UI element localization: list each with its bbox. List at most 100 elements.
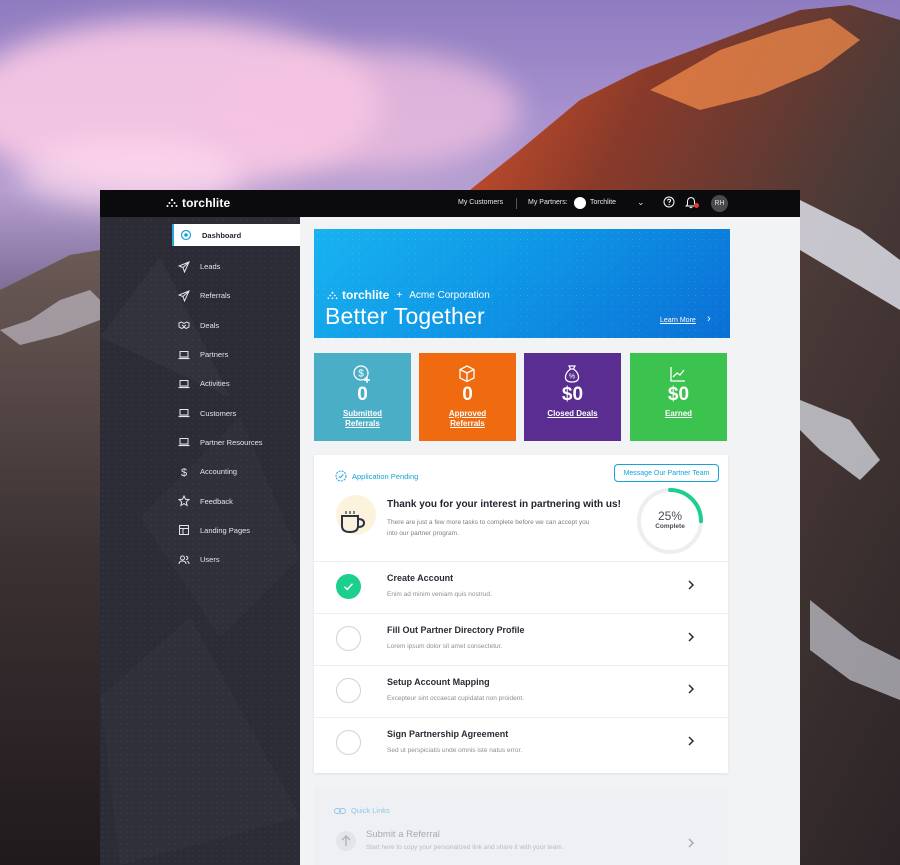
laptop-icon [178, 378, 190, 390]
users-icon [178, 554, 190, 566]
top-bar: torchlite My Customers My Partners: Torc… [100, 190, 800, 217]
stats-row: $ 0 Submitted Referrals 0 Approved Refer… [314, 353, 730, 441]
task-row[interactable]: Fill Out Partner Directory Profile Lorem… [314, 613, 728, 665]
main-content: torchlite + Acme Corporation Better Toge… [300, 217, 800, 865]
chevron-right-icon[interactable] [686, 735, 696, 747]
upload-icon [336, 831, 356, 851]
sidebar-item-label: Deals [200, 320, 220, 330]
progress-ring: 25% Complete [634, 485, 706, 557]
task-row[interactable]: Create Account Enim ad minim veniam quis… [314, 561, 728, 613]
task-row[interactable]: Setup Account Mapping Excepteur sint occ… [314, 665, 728, 717]
task-row[interactable]: Sign Partnership Agreement Sed ut perspi… [314, 717, 728, 769]
help-icon[interactable] [663, 196, 675, 208]
brand-name: torchlite [182, 196, 231, 210]
sidebar-item-users[interactable]: Users [172, 545, 300, 574]
stat-submitted-referrals[interactable]: $ 0 Submitted Referrals [314, 353, 411, 441]
divider [516, 198, 517, 209]
banner-title: Better Together [325, 303, 485, 329]
learn-more-link[interactable]: Learn More [660, 317, 696, 324]
task-desc: Lorem ipsum dolor sit amet consectetur. [387, 643, 503, 650]
sidebar-nav: Dashboard Leads Referrals Deals Partners… [172, 224, 300, 574]
partner-logo [574, 197, 586, 209]
quick-link-desc: Start here to copy your personalized lin… [366, 844, 564, 851]
sidebar-item-label: Landing Pages [200, 525, 251, 535]
star-icon [177, 494, 191, 507]
sidebar-item-label: Partners [200, 350, 229, 360]
partner-selector[interactable]: Torchlite [590, 199, 616, 206]
sidebar-item-label: Users [200, 555, 220, 565]
sidebar-item-feedback[interactable]: Feedback [172, 486, 300, 515]
sidebar-item-label: Dashboard [202, 230, 242, 240]
task-title: Create Account [387, 573, 454, 583]
notification-badge [694, 203, 699, 208]
stat-closed-deals[interactable]: % $0 Closed Deals [524, 353, 621, 441]
chevron-right-icon[interactable] [686, 837, 696, 849]
onboarding-subtitle: There are just a few more tasks to compl… [387, 519, 590, 537]
stat-value: $0 [667, 384, 690, 405]
dollar-icon: $ [178, 466, 190, 479]
stat-value: $0 [561, 384, 584, 405]
send-icon [177, 290, 190, 303]
stat-label[interactable]: Approved Referrals [419, 409, 516, 429]
sidebar-item-deals[interactable]: Deals [172, 311, 300, 340]
quick-links-label: Quick Links [351, 806, 390, 815]
my-customers-link[interactable]: My Customers [458, 199, 503, 206]
chevron-down-icon[interactable]: ⌄ [637, 197, 645, 208]
empty-circle-icon [336, 730, 361, 755]
sidebar-item-partners[interactable]: Partners [172, 340, 300, 369]
sidebar-item-label: Referrals [200, 291, 231, 301]
sidebar-item-partner-resources[interactable]: Partner Resources [172, 428, 300, 457]
sidebar-item-label: Partner Resources [200, 437, 263, 447]
avatar[interactable]: RH [711, 195, 728, 212]
chevron-right-icon[interactable] [686, 683, 696, 695]
svg-text:$: $ [358, 369, 364, 380]
stat-label[interactable]: Closed Deals [524, 409, 621, 419]
banner-partner-name: Acme Corporation [409, 289, 490, 301]
chevron-right-icon[interactable] [686, 631, 696, 643]
onboarding-card: Application Pending Message Our Partner … [314, 455, 728, 773]
task-desc: Enim ad minim veniam quis nostrud. [387, 591, 492, 598]
sidebar-item-landing-pages[interactable]: Landing Pages [172, 516, 300, 545]
sidebar-item-activities[interactable]: Activities [172, 369, 300, 398]
stat-earned[interactable]: $0 Earned [630, 353, 727, 441]
dollar-plus-icon: $ [353, 365, 370, 383]
quick-link-title[interactable]: Submit a Referral [366, 829, 440, 840]
send-icon [177, 260, 190, 274]
sidebar-item-accounting[interactable]: $ Accounting [172, 457, 300, 486]
stat-approved-referrals[interactable]: 0 Approved Referrals [419, 353, 516, 441]
svg-text:%: % [569, 374, 575, 381]
check-circle-icon [336, 574, 361, 599]
sidebar-item-dashboard[interactable]: Dashboard [172, 224, 300, 246]
hero-banner: torchlite + Acme Corporation Better Toge… [314, 229, 730, 338]
chart-icon [670, 367, 685, 382]
sidebar-item-leads[interactable]: Leads [172, 252, 300, 281]
brand-logo[interactable]: torchlite [166, 196, 230, 210]
message-partner-team-button[interactable]: Message Our Partner Team [614, 464, 719, 482]
chevron-right-icon[interactable] [686, 579, 696, 591]
stat-label[interactable]: Earned [630, 409, 727, 419]
chevron-right-icon[interactable]: › [707, 313, 711, 325]
sidebar: Dashboard Leads Referrals Deals Partners… [100, 217, 300, 865]
app-window: torchlite My Customers My Partners: Torc… [100, 190, 800, 865]
quick-links-heading: Quick Links [334, 806, 390, 815]
link-icon [334, 807, 346, 814]
torchlite-logo-icon [327, 291, 338, 299]
my-partners-label: My Partners: [528, 199, 568, 206]
laptop-icon [178, 436, 190, 448]
progress-percent: 25% [657, 509, 683, 523]
sidebar-item-referrals[interactable]: Referrals [172, 281, 300, 310]
laptop-icon [178, 349, 190, 361]
task-desc: Sed ut perspiciatis unde omnis iste natu… [387, 747, 523, 754]
sidebar-item-customers[interactable]: Customers [172, 398, 300, 427]
empty-circle-icon [336, 626, 361, 651]
stat-value: 0 [357, 384, 368, 405]
sidebar-item-label: Accounting [200, 467, 238, 477]
banner-brand-name: torchlite [342, 288, 390, 302]
banner-plus: + [396, 289, 403, 301]
pending-check-icon [335, 470, 347, 482]
application-status-label: Application Pending [352, 471, 419, 481]
stat-label[interactable]: Submitted Referrals [314, 409, 411, 429]
empty-circle-icon [336, 678, 361, 703]
sidebar-item-label: Activities [200, 379, 230, 389]
sidebar-item-label: Leads [200, 262, 221, 272]
